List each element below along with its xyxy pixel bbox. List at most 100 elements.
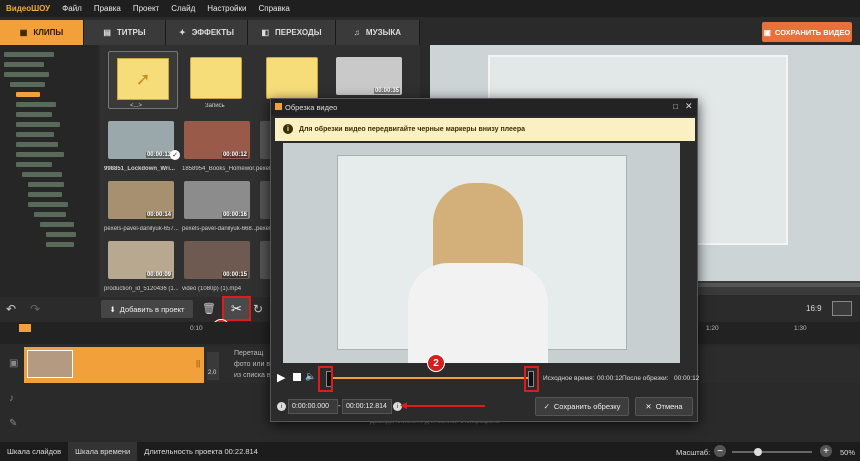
duration-label: 00:00:13 <box>145 152 172 158</box>
maximize-icon[interactable]: □ <box>673 102 678 111</box>
menu-item-file[interactable]: Файл <box>62 4 82 13</box>
save-trim-button[interactable]: ✓ Сохранить обрезку <box>535 397 629 416</box>
aspect-ratio[interactable]: 16:9 <box>806 304 822 313</box>
start-time-field[interactable]: 0:00:00.000 <box>288 399 338 414</box>
zoom-out-icon[interactable]: − <box>714 445 726 457</box>
tab-label: КЛИПЫ <box>33 28 64 37</box>
arrow-left-icon: ◀ <box>400 400 407 410</box>
video-label: 1858954_Books_Homewor... <box>182 166 256 172</box>
video-thumbnail[interactable]: 00:00:35 <box>336 57 402 95</box>
tab-label: ПЕРЕХОДЫ <box>275 28 322 37</box>
tab-music[interactable]: ♫ МУЗЫКА <box>336 20 420 45</box>
menu-item-slide[interactable]: Слайд <box>171 4 195 13</box>
menu-bar: ВидеоШОУ Файл Правка Проект Слайд Настро… <box>0 0 860 17</box>
video-thumbnail[interactable]: 00:00:16 <box>184 181 250 219</box>
trim-video-dialog: Обрезка видео □ ✕ i Для обрезки видео пе… <box>270 98 699 422</box>
save-video-button[interactable]: ▣ СОХРАНИТЬ ВИДЕО <box>762 22 852 42</box>
video-thumbnail[interactable]: 00:00:09 <box>108 241 174 279</box>
delete-icon[interactable]: 🗑 <box>202 302 216 315</box>
duration-label: 00:00:09 <box>145 272 172 278</box>
duration-label: 00:00:15 <box>221 272 248 278</box>
duration-label: 00:00:14 <box>145 212 172 218</box>
folder-tile[interactable] <box>266 57 318 99</box>
tab-transitions[interactable]: ◧ ПЕРЕХОДЫ <box>248 20 336 45</box>
video-thumbnail[interactable]: 00:00:13 <box>108 121 174 159</box>
video-track-icon: ▣ <box>9 358 19 369</box>
stop-icon[interactable] <box>293 373 301 381</box>
menu-item-edit[interactable]: Правка <box>94 4 121 13</box>
video-label: pexels <box>256 226 270 232</box>
playhead-marker[interactable] <box>19 324 31 332</box>
tab-timeline-scale[interactable]: Шкала времени <box>68 442 138 461</box>
zoom-value: 50% <box>840 448 856 457</box>
duration-label: 00:00:35 <box>373 88 400 94</box>
zoom-slider[interactable] <box>732 448 812 456</box>
source-time: 00:00:12 <box>597 375 623 382</box>
transition-duration: 2.0 <box>208 370 217 376</box>
highlight-box <box>318 366 333 392</box>
menu-item-settings[interactable]: Настройки <box>207 4 246 13</box>
status-bar: Шкала слайдов Шкала времени Длительность… <box>0 442 860 461</box>
tab-clips[interactable]: ▦ КЛИПЫ <box>0 20 84 45</box>
cancel-label: Отмена <box>655 402 683 411</box>
trim-video-frame[interactable] <box>283 143 680 363</box>
folder-tile[interactable] <box>190 57 242 99</box>
video-thumbnail[interactable]: 00:00:14 <box>108 181 174 219</box>
zoom-in-icon[interactable]: + <box>820 445 832 457</box>
tab-label: ЭФФЕКТЫ <box>191 28 234 37</box>
dialog-title: Обрезка видео <box>285 103 338 112</box>
tab-titles[interactable]: ▤ ТИТРЫ <box>84 20 166 45</box>
ruler-tick: 1:30 <box>794 325 807 332</box>
timeline-clip[interactable]: || <box>24 347 204 383</box>
check-icon: ✓ <box>543 402 550 411</box>
volume-icon[interactable]: 🔈 <box>305 371 316 382</box>
drop-hint-line: из списка в <box>234 372 271 379</box>
save-trim-label: Сохранить обрезку <box>553 402 621 411</box>
redo-icon[interactable]: ↷ <box>30 302 40 316</box>
cancel-button[interactable]: ✕ Отмена <box>635 397 693 416</box>
music-icon: ♫ <box>353 28 360 37</box>
close-icon[interactable]: ✕ <box>685 101 693 112</box>
source-time-label: Исходное время: <box>543 375 595 382</box>
add-to-project-button[interactable]: ⬇ Добавить в проект <box>101 300 193 318</box>
video-label: pexels-pavel-danilyuk-668... <box>182 226 256 232</box>
film-icon: ▣ <box>763 27 771 37</box>
drop-hint-line: фото или в <box>234 361 271 368</box>
range-separator: - <box>338 401 341 410</box>
video-label: video (1080p) (1).mp4 <box>182 286 242 292</box>
video-label: 998851_Lockdown_Wri... <box>104 166 175 172</box>
video-label: pexels <box>256 166 270 172</box>
save-video-label: СОХРАНИТЬ ВИДЕО <box>774 27 851 37</box>
duration-label: 00:00:12 <box>221 152 248 158</box>
tab-effects[interactable]: ✦ ЭФФЕКТЫ <box>166 20 248 45</box>
rotate-icon[interactable]: ↻ <box>253 302 263 316</box>
hint-banner: i Для обрезки видео передвигайте черные … <box>275 118 695 141</box>
clip-thumbnail <box>27 350 73 378</box>
ruler-tick: 1:20 <box>706 325 719 332</box>
audio-track-icon: ♪ <box>9 393 14 404</box>
tab-slides-scale[interactable]: Шкала слайдов <box>0 442 68 461</box>
ruler-tick: 0:10 <box>190 325 203 332</box>
mic-icon: ✎ <box>9 418 18 429</box>
app-icon <box>275 103 282 110</box>
close-icon: ✕ <box>645 402 652 411</box>
fullscreen-icon[interactable] <box>832 301 852 316</box>
hint-text: Для обрезки видео передвигайте черные ма… <box>299 126 525 133</box>
play-icon[interactable]: ▶ <box>277 371 285 384</box>
folder-tree[interactable] <box>0 45 98 297</box>
menu-item-project[interactable]: Проект <box>133 4 159 13</box>
menu-item-help[interactable]: Справка <box>258 4 289 13</box>
trim-range-bar[interactable] <box>329 377 533 379</box>
video-thumbnail[interactable]: 00:00:12 <box>184 121 250 159</box>
video-thumbnail[interactable]: 00:00:15 <box>184 241 250 279</box>
end-time-field[interactable]: 00:00:12.814 <box>342 399 392 414</box>
zoom-slider-thumb[interactable] <box>754 448 762 456</box>
undo-icon[interactable]: ↶ <box>6 302 16 316</box>
film-icon: ▦ <box>19 28 28 37</box>
clip-handle-icon[interactable]: || <box>196 359 200 368</box>
after-trim-label: После обрезки: <box>622 375 669 382</box>
transition-slot[interactable]: 2.0 <box>207 352 219 380</box>
effects-icon: ✦ <box>179 28 186 37</box>
folder-up-tile[interactable]: ➚ <box>108 51 178 109</box>
titles-icon: ▤ <box>103 28 111 37</box>
